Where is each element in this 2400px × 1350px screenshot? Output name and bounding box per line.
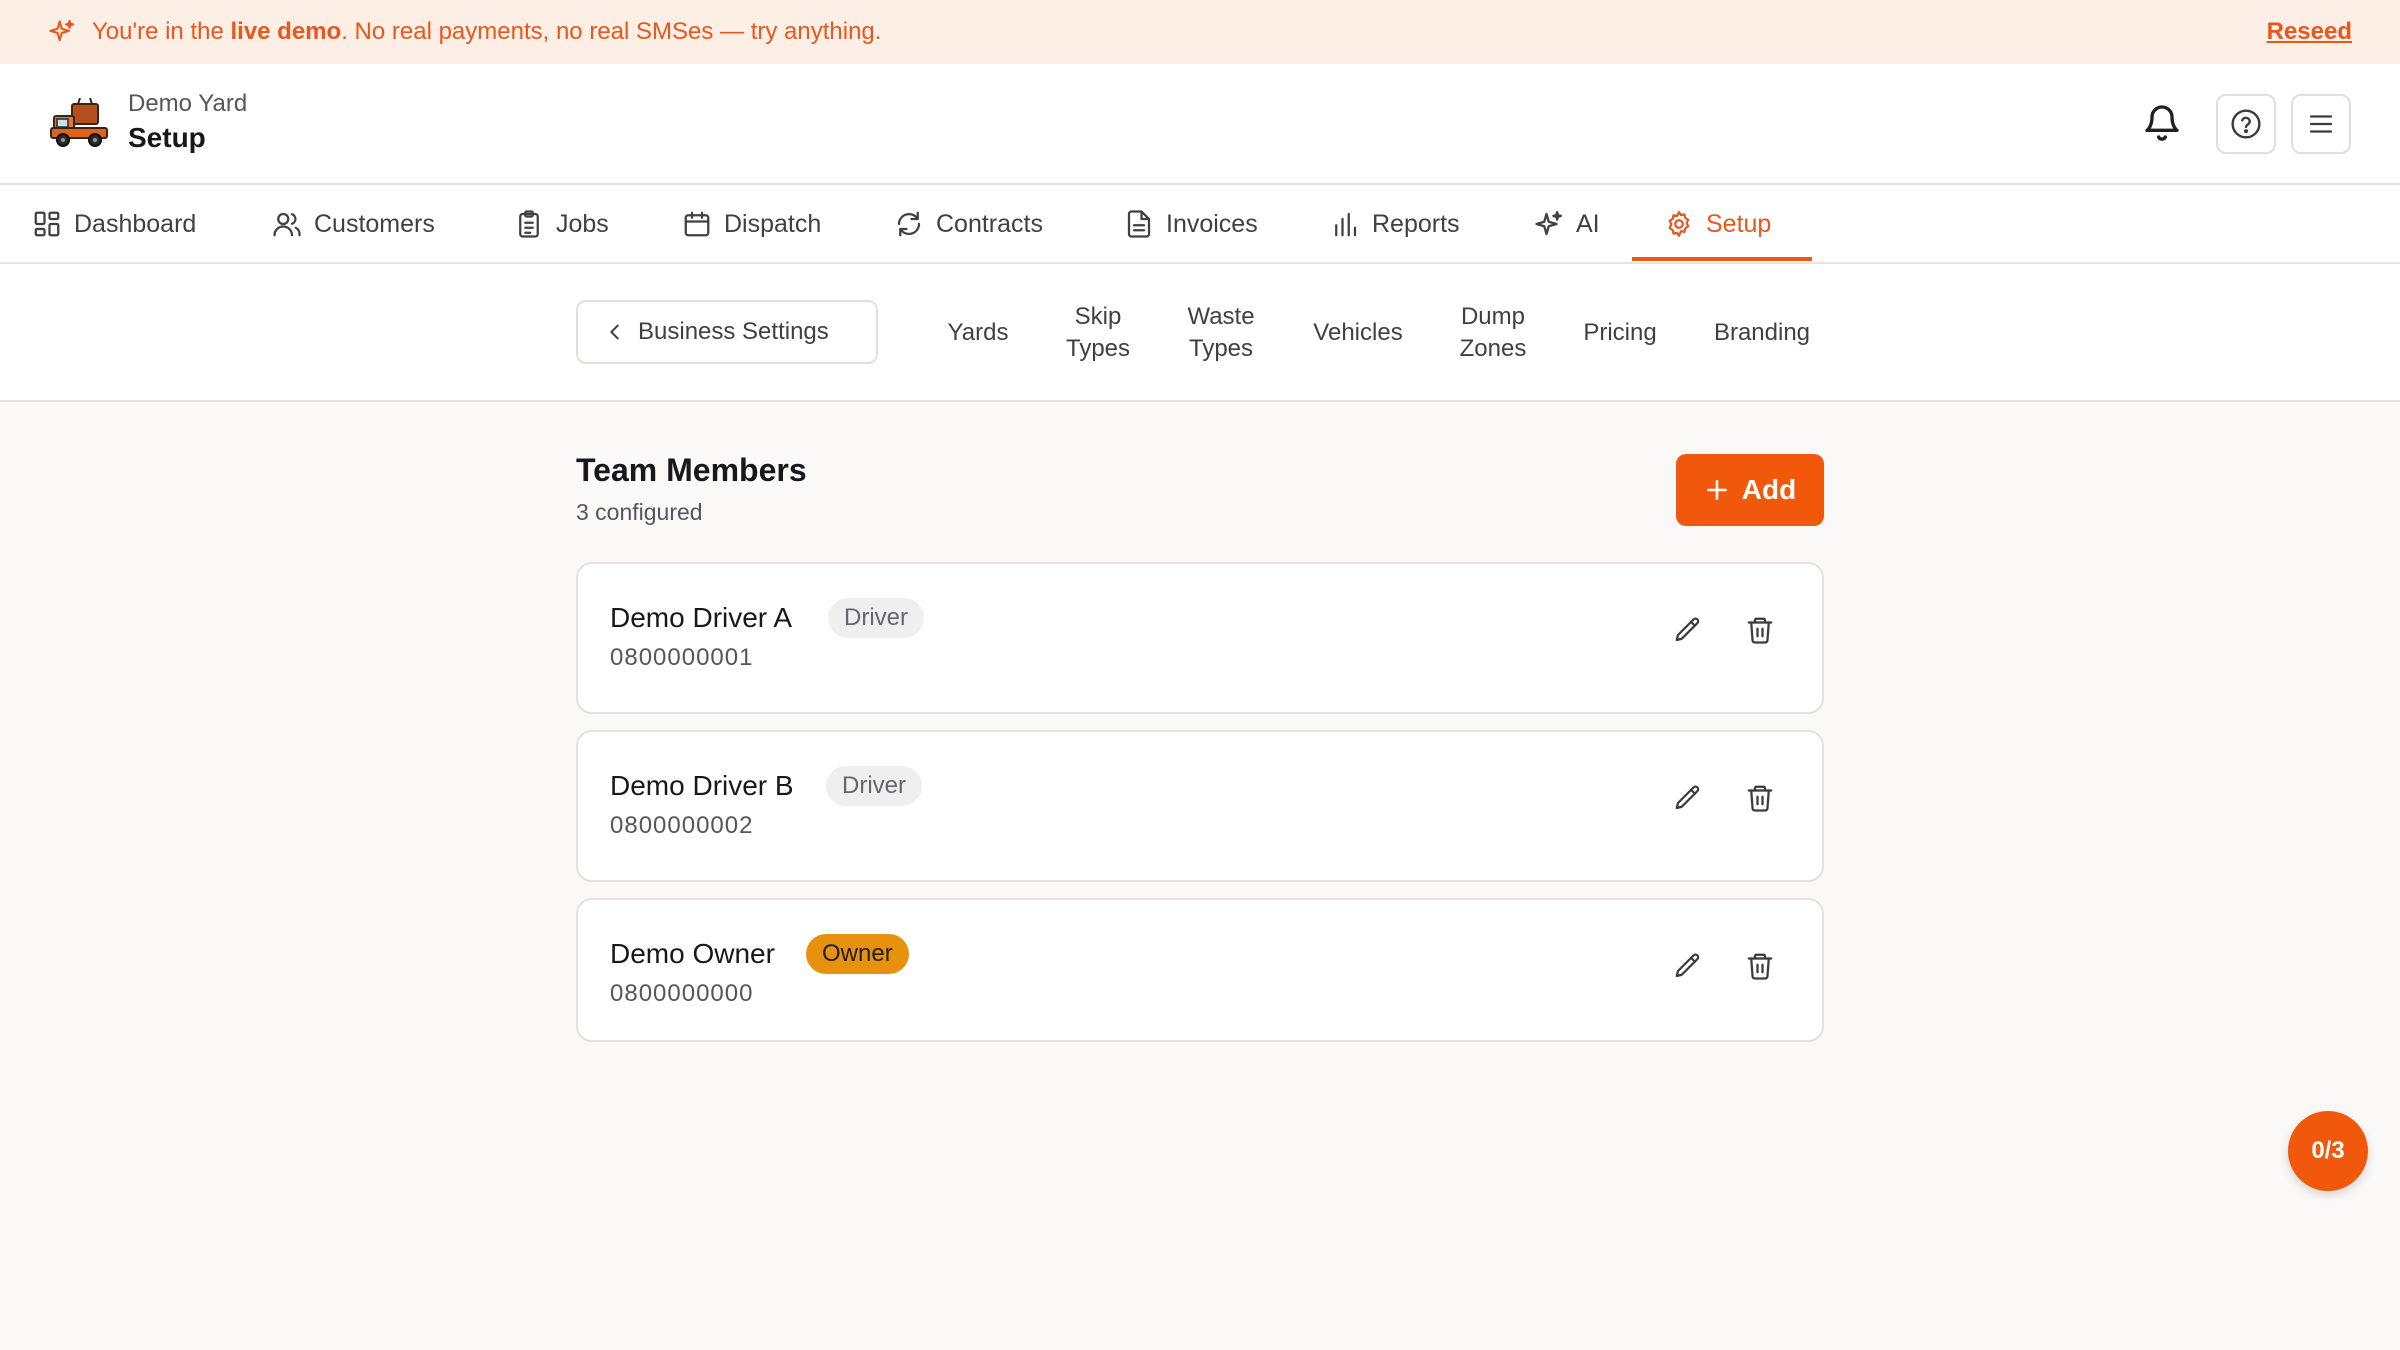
nav-jobs[interactable]: Jobs bbox=[514, 185, 609, 263]
section-title: Team Members bbox=[576, 452, 807, 488]
help-button[interactable] bbox=[2216, 94, 2276, 154]
delete-button[interactable] bbox=[1740, 946, 1780, 986]
demo-banner: You're in the live demo. No real payment… bbox=[0, 0, 2400, 64]
setup-subnav: Business Settings Yards Skip Types Waste… bbox=[0, 264, 2400, 402]
edit-button[interactable] bbox=[1668, 778, 1708, 818]
app-header: Demo Yard Setup bbox=[0, 64, 2400, 185]
member-phone: 0800000001 bbox=[610, 644, 754, 671]
nav-reports-label: Reports bbox=[1372, 209, 1460, 238]
subnav-pricing[interactable]: Pricing bbox=[1570, 264, 1670, 402]
onboarding-progress-button[interactable]: 0/3 bbox=[2288, 1111, 2368, 1191]
yard-name: Demo Yard bbox=[128, 90, 248, 117]
nav-ai[interactable]: AI bbox=[1534, 185, 1600, 263]
nav-setup-label: Setup bbox=[1706, 209, 1772, 238]
bar-chart-icon bbox=[1335, 212, 1357, 237]
role-badge: Owner bbox=[806, 934, 909, 974]
chevron-left-icon bbox=[610, 324, 619, 340]
trash-icon bbox=[1747, 617, 1773, 644]
truck-logo bbox=[50, 98, 108, 147]
nav-ai-label: AI bbox=[1576, 209, 1600, 238]
nav-contracts-label: Contracts bbox=[936, 209, 1043, 238]
delete-button[interactable] bbox=[1740, 610, 1780, 650]
nav-jobs-label: Jobs bbox=[556, 209, 609, 238]
banner-highlight: live demo bbox=[230, 18, 342, 45]
banner-prefix: You're in the bbox=[92, 18, 224, 45]
member-card: Demo Owner Owner 0800000000 bbox=[576, 898, 1824, 1042]
nav-dispatch-label: Dispatch bbox=[724, 209, 822, 238]
calendar-icon bbox=[684, 211, 710, 237]
pencil-icon bbox=[1675, 785, 1700, 810]
document-icon bbox=[1127, 210, 1151, 238]
nav-dashboard-label: Dashboard bbox=[74, 209, 197, 238]
refresh-icon bbox=[897, 211, 921, 237]
nav-invoices[interactable]: Invoices bbox=[1124, 185, 1258, 263]
trash-icon bbox=[1747, 953, 1773, 980]
member-name: Demo Driver B bbox=[610, 770, 794, 801]
nav-customers[interactable]: Customers bbox=[272, 185, 435, 263]
nav-dashboard[interactable]: Dashboard bbox=[32, 185, 196, 263]
gear-icon bbox=[1668, 211, 1690, 237]
banner-suffix: . No real payments, no real SMSes — try … bbox=[341, 18, 882, 45]
nav-contracts[interactable]: Contracts bbox=[894, 185, 1043, 263]
plus-icon bbox=[1706, 480, 1727, 500]
role-badge: Driver bbox=[828, 598, 924, 638]
member-card: Demo Driver B Driver 0800000002 bbox=[576, 730, 1824, 882]
pencil-icon bbox=[1675, 617, 1700, 642]
clipboard-icon bbox=[519, 210, 539, 238]
subnav-branding[interactable]: Branding bbox=[1700, 264, 1824, 402]
subnav-dump-zones[interactable]: Dump Zones bbox=[1446, 264, 1540, 402]
member-phone: 0800000002 bbox=[610, 812, 754, 839]
edit-button[interactable] bbox=[1668, 610, 1708, 650]
section-count: 3 configured bbox=[576, 499, 703, 525]
nav-invoices-label: Invoices bbox=[1166, 209, 1258, 238]
subnav-yards[interactable]: Yards bbox=[926, 264, 1030, 402]
member-name: Demo Owner bbox=[610, 938, 775, 969]
delete-button[interactable] bbox=[1740, 778, 1780, 818]
trash-icon bbox=[1747, 785, 1773, 812]
member-name: Demo Driver A bbox=[610, 602, 793, 633]
member-card: Demo Driver A Driver 0800000001 bbox=[576, 562, 1824, 714]
hamburger-icon bbox=[2309, 115, 2333, 133]
back-button-label: Business Settings bbox=[638, 318, 829, 345]
add-button-label: Add bbox=[1741, 474, 1797, 505]
demo-banner-text: You're in the live demo. No real payment… bbox=[92, 18, 881, 46]
subnav-waste-types[interactable]: Waste Types bbox=[1170, 264, 1272, 402]
member-phone: 0800000000 bbox=[610, 980, 754, 1007]
nav-reports[interactable]: Reports bbox=[1330, 185, 1460, 263]
business-settings-back-button[interactable]: Business Settings bbox=[576, 300, 878, 364]
main-nav: Dashboard Customers Jobs Dispatch Contra… bbox=[0, 185, 2400, 264]
subnav-skip-types[interactable]: Skip Types bbox=[1050, 264, 1146, 402]
nav-customers-label: Customers bbox=[314, 209, 435, 238]
sparkles-icon bbox=[1535, 211, 1562, 236]
role-badge: Driver bbox=[826, 766, 922, 806]
pencil-icon bbox=[1675, 953, 1700, 978]
edit-button[interactable] bbox=[1668, 946, 1708, 986]
subnav-vehicles[interactable]: Vehicles bbox=[1296, 264, 1420, 402]
nav-dispatch[interactable]: Dispatch bbox=[682, 185, 821, 263]
nav-setup[interactable]: Setup bbox=[1664, 185, 1771, 263]
sparkles-icon bbox=[49, 19, 75, 42]
page-title: Setup bbox=[128, 122, 206, 153]
bell-icon[interactable] bbox=[2142, 100, 2182, 144]
grid-icon bbox=[34, 211, 60, 237]
menu-button[interactable] bbox=[2291, 94, 2351, 154]
users-icon bbox=[273, 212, 301, 237]
reseed-link[interactable]: Reseed bbox=[2267, 18, 2352, 46]
active-tab-indicator bbox=[1632, 257, 1812, 261]
help-icon bbox=[2231, 109, 2261, 139]
add-member-button[interactable]: Add bbox=[1676, 454, 1824, 526]
